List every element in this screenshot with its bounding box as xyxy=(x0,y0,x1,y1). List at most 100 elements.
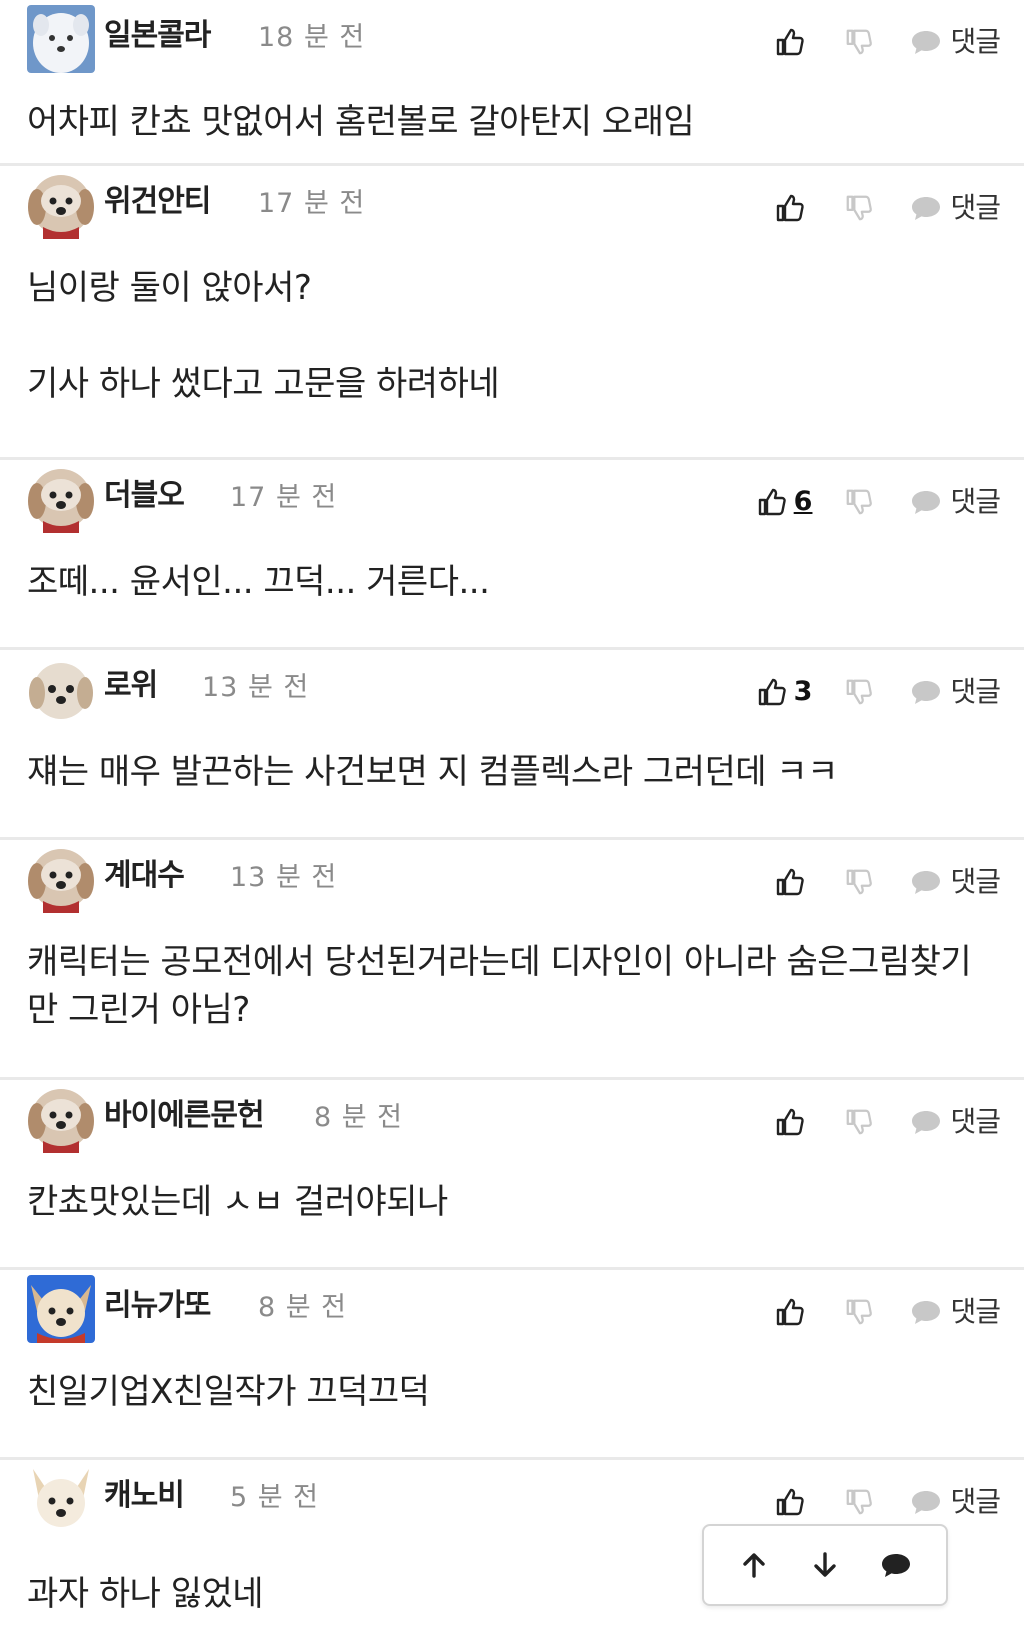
comment-text: 칸쵸맛있는데 ㅅㅂ 걸러야되나 xyxy=(27,1182,448,1222)
comment-item: 일본콜라 18 분 전 댓글 어차피 칸쵸 맛없어서 홈런볼로 갈아탄지 오래임 xyxy=(0,0,1024,166)
dislike-button[interactable] xyxy=(844,27,874,57)
comment-list: 일본콜라 18 분 전 댓글 어차피 칸쵸 맛없어서 홈런볼로 갈아탄지 오래임 xyxy=(0,0,1024,1647)
reply-button[interactable]: 댓글 xyxy=(910,25,1001,59)
avatar[interactable] xyxy=(27,845,95,913)
comment-time: 17 분 전 xyxy=(258,188,366,219)
like-count: 6 xyxy=(793,486,813,517)
avatar[interactable] xyxy=(27,465,95,533)
comment-time: 17 분 전 xyxy=(230,482,338,513)
thumbs-up-icon xyxy=(777,1488,805,1516)
comment-actions: 댓글 xyxy=(774,1482,1001,1522)
comment-time: 8 분 전 xyxy=(258,1292,348,1323)
avatar[interactable] xyxy=(27,655,95,723)
comment-text: 친일기업X친일작가 끄덕끄덕 xyxy=(27,1372,430,1412)
comment-actions: 댓글 xyxy=(774,1102,1001,1142)
comment-actions: 3 댓글 xyxy=(756,672,1001,712)
reply-button[interactable]: 댓글 xyxy=(910,865,1001,899)
comment-body: 님이랑 둘이 앉아서? 기사 하나 썼다고 고문을 하려하네 xyxy=(27,264,984,408)
dislike-button[interactable] xyxy=(844,193,874,223)
thumbs-up-icon xyxy=(758,678,786,706)
comment-text: 조떼... 윤서인... 끄덕... 거른다... xyxy=(27,562,490,602)
comment-body: 캐릭터는 공모전에서 당선된거라는데 디자인이 아니라 숨은그림찾기만 그린거 … xyxy=(27,938,984,1034)
comment-nickname[interactable]: 로위 xyxy=(104,666,158,706)
comment-actions: 댓글 xyxy=(774,862,1001,902)
thumbs-down-icon xyxy=(847,869,873,895)
thumbs-down-icon xyxy=(847,489,873,515)
reply-button[interactable]: 댓글 xyxy=(910,1295,1001,1329)
comment-text: 캐릭터는 공모전에서 당선된거라는데 디자인이 아니라 숨은그림찾기만 그린거 … xyxy=(27,942,972,1030)
thumbs-up-icon xyxy=(758,488,786,516)
comment-actions: 댓글 xyxy=(774,22,1001,62)
comment-nickname[interactable]: 계대수 xyxy=(104,856,185,896)
reply-button[interactable]: 댓글 xyxy=(910,675,1001,709)
comment-actions: 6 댓글 xyxy=(756,482,1001,522)
like-button[interactable] xyxy=(774,866,812,898)
comment-text: 어차피 칸쵸 맛없어서 홈런볼로 갈아탄지 오래임 xyxy=(27,102,695,142)
reply-button[interactable]: 댓글 xyxy=(910,191,1001,225)
avatar[interactable] xyxy=(27,5,95,73)
comment-nickname[interactable]: 캐노비 xyxy=(104,1476,185,1516)
scroll-down-button[interactable] xyxy=(799,1539,851,1591)
comment-time: 5 분 전 xyxy=(230,1482,320,1513)
reply-button[interactable]: 댓글 xyxy=(910,485,1001,519)
comment-nickname[interactable]: 바이에른문헌 xyxy=(104,1096,265,1136)
reply-label: 댓글 xyxy=(950,485,1001,518)
thumbs-down-icon xyxy=(847,1299,873,1325)
comment-nickname[interactable]: 더블오 xyxy=(104,476,185,516)
speech-bubble-icon xyxy=(882,1554,911,1577)
reply-label: 댓글 xyxy=(950,25,1001,58)
like-button[interactable] xyxy=(774,1106,812,1138)
like-button[interactable] xyxy=(774,1486,812,1518)
comment-time: 13 분 전 xyxy=(230,862,338,893)
thumbs-up-icon xyxy=(777,194,805,222)
speech-bubble-icon xyxy=(912,1491,941,1514)
comment-actions: 댓글 xyxy=(774,1292,1001,1332)
comment-nickname[interactable]: 일본콜라 xyxy=(104,16,211,56)
reply-button[interactable]: 댓글 xyxy=(910,1485,1001,1519)
dislike-button[interactable] xyxy=(844,1297,874,1327)
reply-label: 댓글 xyxy=(950,865,1001,898)
thumbs-down-icon xyxy=(847,679,873,705)
like-button[interactable] xyxy=(774,26,812,58)
dislike-button[interactable] xyxy=(844,1107,874,1137)
like-button[interactable] xyxy=(774,1296,812,1328)
avatar[interactable] xyxy=(27,1465,95,1533)
thumbs-up-icon xyxy=(777,1298,805,1326)
like-button[interactable] xyxy=(774,192,812,224)
comment-item: 위건안티 17 분 전 댓글 님이랑 둘이 앉아서? 기사 하나 썼다고 고문을… xyxy=(0,166,1024,460)
comment-item: 바이에른문헌 8 분 전 댓글 칸쵸맛있는데 ㅅㅂ 걸러야되나 xyxy=(0,1080,1024,1270)
comment-nickname[interactable]: 리뉴가또 xyxy=(104,1286,211,1326)
like-button[interactable]: 3 xyxy=(756,676,813,708)
like-button[interactable]: 6 xyxy=(756,486,813,518)
avatar[interactable] xyxy=(27,1275,95,1343)
comment-body: 조떼... 윤서인... 끄덕... 거른다... xyxy=(27,558,984,606)
floating-nav-bar xyxy=(702,1524,948,1606)
scroll-up-button[interactable] xyxy=(728,1539,780,1591)
arrow-down-icon xyxy=(814,1552,836,1577)
speech-bubble-icon xyxy=(912,31,941,54)
speech-bubble-icon xyxy=(912,1301,941,1324)
comment-body: 친일기업X친일작가 끄덕끄덕 xyxy=(27,1368,984,1416)
comment-item: 리뉴가또 8 분 전 댓글 친일기업X친일작가 끄덕끄덕 xyxy=(0,1270,1024,1460)
avatar[interactable] xyxy=(27,1085,95,1153)
comment-item: 계대수 13 분 전 댓글 캐릭터는 공모전에서 당선된거라는데 디자인이 아니… xyxy=(0,840,1024,1080)
reply-label: 댓글 xyxy=(950,1295,1001,1328)
comment-header: 로위 13 분 전 3 댓글 xyxy=(0,650,1024,730)
dislike-button[interactable] xyxy=(844,677,874,707)
thumbs-down-icon xyxy=(847,1109,873,1135)
dislike-button[interactable] xyxy=(844,867,874,897)
comment-item: 더블오 17 분 전 6 댓글 조떼... 윤서인... 끄덕... 거른다..… xyxy=(0,460,1024,650)
thumbs-up-icon xyxy=(777,28,805,56)
like-count: 3 xyxy=(793,676,813,707)
comment-header: 리뉴가또 8 분 전 댓글 xyxy=(0,1270,1024,1350)
comment-text: 님이랑 둘이 앉아서? xyxy=(27,268,312,308)
dislike-button[interactable] xyxy=(844,487,874,517)
comment-nickname[interactable]: 위건안티 xyxy=(104,182,211,222)
reply-button[interactable]: 댓글 xyxy=(910,1105,1001,1139)
dislike-button[interactable] xyxy=(844,1487,874,1517)
avatar[interactable] xyxy=(27,171,95,239)
write-comment-button[interactable] xyxy=(870,1539,922,1591)
speech-bubble-icon xyxy=(912,871,941,894)
comment-body: 칸쵸맛있는데 ㅅㅂ 걸러야되나 xyxy=(27,1178,984,1226)
comment-item: 로위 13 분 전 3 댓글 쟤는 매우 발끈하는 사건보면 지 컴플렉스라 그… xyxy=(0,650,1024,840)
